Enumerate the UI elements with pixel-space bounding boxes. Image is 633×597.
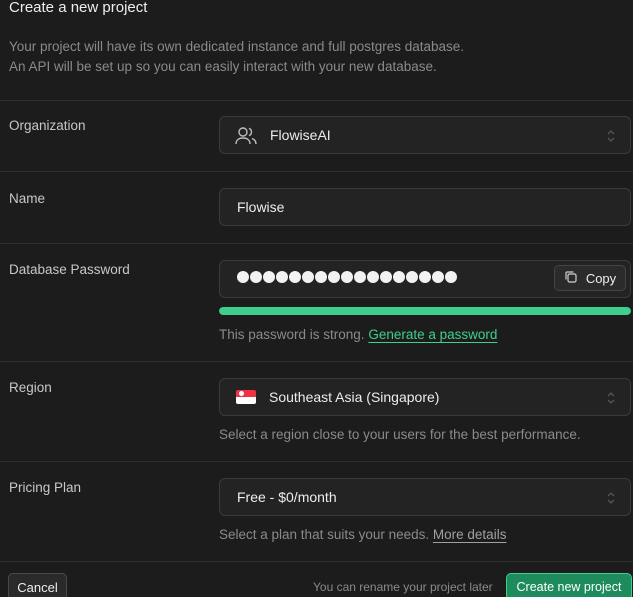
organization-value: FlowiseAI — [270, 127, 331, 143]
description-line-2: An API will be set up so you can easily … — [9, 59, 437, 74]
users-icon — [235, 126, 257, 151]
password-input[interactable]: Copy — [219, 260, 631, 298]
name-input[interactable]: Flowise — [219, 188, 631, 226]
singapore-flag-icon — [236, 390, 256, 404]
region-value: Southeast Asia (Singapore) — [269, 389, 440, 405]
password-strength-bar — [219, 307, 631, 315]
password-mask — [237, 271, 457, 283]
page-description: Your project will have its own dedicated… — [9, 37, 464, 77]
region-label: Region — [9, 380, 52, 395]
organization-label: Organization — [9, 118, 86, 133]
page-title: Create a new project — [9, 0, 148, 16]
organization-select[interactable]: FlowiseAI — [219, 116, 631, 154]
password-dot — [250, 271, 262, 283]
password-dot — [380, 271, 392, 283]
password-dot — [263, 271, 275, 283]
password-dot — [276, 271, 288, 283]
divider — [0, 243, 633, 244]
name-label: Name — [9, 191, 46, 206]
generate-password-link[interactable]: Generate a password — [368, 327, 497, 342]
password-dot — [419, 271, 431, 283]
password-strength-hint: This password is strong. Generate a pass… — [219, 327, 497, 342]
password-dot — [341, 271, 353, 283]
password-dot — [328, 271, 340, 283]
create-project-button[interactable]: Create new project — [506, 573, 632, 597]
form-header: Create a new project Your project will h… — [0, 0, 633, 100]
region-hint: Select a region close to your users for … — [219, 427, 581, 442]
region-select[interactable]: Southeast Asia (Singapore) — [219, 378, 631, 416]
password-dot — [406, 271, 418, 283]
password-dot — [367, 271, 379, 283]
pricing-label: Pricing Plan — [9, 480, 82, 495]
name-value: Flowise — [237, 199, 285, 215]
password-dot — [432, 271, 444, 283]
copy-button[interactable]: Copy — [554, 265, 626, 291]
pricing-value: Free - $0/month — [237, 489, 337, 505]
password-strength-text: This password is strong. — [219, 327, 365, 342]
more-details-link[interactable]: More details — [433, 527, 507, 542]
divider — [0, 100, 633, 101]
description-line-1: Your project will have its own dedicated… — [9, 39, 465, 54]
divider — [0, 361, 633, 362]
chevron-up-down-icon — [606, 490, 616, 506]
pricing-hint-text: Select a plan that suits your needs. — [219, 527, 430, 542]
divider — [0, 171, 633, 172]
password-dot — [354, 271, 366, 283]
password-label: Database Password — [9, 262, 130, 277]
rename-note: You can rename your project later — [313, 580, 493, 594]
password-strength-fill — [219, 307, 631, 315]
password-dot — [315, 271, 327, 283]
copy-icon — [564, 270, 578, 287]
chevron-up-down-icon — [606, 390, 616, 406]
password-dot — [393, 271, 405, 283]
cancel-button[interactable]: Cancel — [8, 573, 67, 597]
divider — [0, 461, 633, 462]
chevron-up-down-icon — [606, 128, 616, 144]
divider — [0, 561, 633, 562]
pricing-hint: Select a plan that suits your needs. Mor… — [219, 527, 506, 542]
password-dot — [237, 271, 249, 283]
pricing-select[interactable]: Free - $0/month — [219, 478, 631, 516]
copy-label: Copy — [585, 270, 617, 286]
password-dot — [445, 271, 457, 283]
password-dot — [302, 271, 314, 283]
password-dot — [289, 271, 301, 283]
